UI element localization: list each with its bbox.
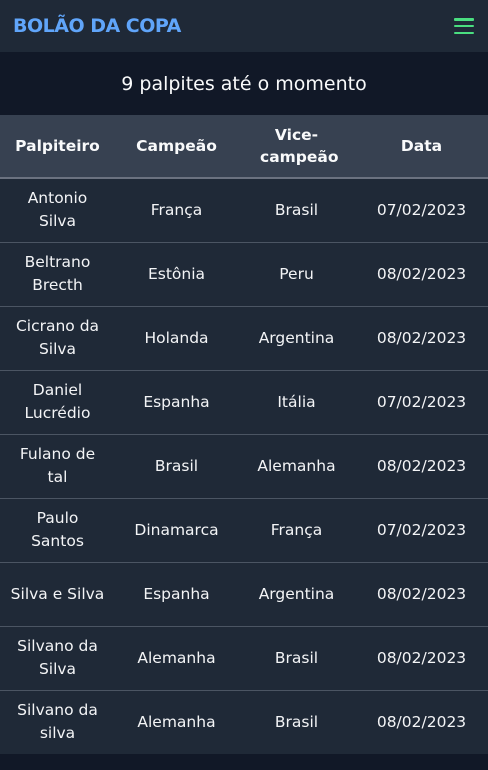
- cell-vice-campeao: Peru: [279, 264, 314, 283]
- cell-campeao: Dinamarca: [134, 520, 219, 539]
- cell-campeao: França: [150, 200, 203, 219]
- summary-text: 9 palpites até o momento: [121, 72, 367, 95]
- cell-vice-campeao: Argentina: [258, 584, 335, 603]
- cell-palpiteiro: Cicrano da Silva: [15, 317, 100, 358]
- cell-campeao: Espanha: [143, 392, 210, 411]
- column-header-vice: Vice-campeão: [260, 126, 339, 166]
- table-row: Daniel Lucrédio Espanha Itália 07/02/2023: [0, 370, 488, 434]
- cell-palpiteiro: Daniel Lucrédio: [24, 381, 91, 422]
- cell-vice-campeao: Brasil: [274, 712, 319, 731]
- table-row: Silvano da silva Alemanha Brasil 08/02/2023: [0, 690, 488, 754]
- cell-vice-campeao: Brasil: [274, 200, 319, 219]
- cell-vice-campeao: Itália: [277, 392, 316, 411]
- cell-data: 07/02/2023: [376, 200, 467, 219]
- table-row: Cicrano da Silva Holanda Argentina 08/02/20…: [0, 306, 488, 370]
- app-header: BOLÃO DA COPA: [0, 0, 488, 52]
- cell-vice-campeao: Alemanha: [257, 456, 336, 475]
- table-row: Paulo Santos Dinamarca França 07/02/2023: [0, 498, 488, 562]
- cell-palpiteiro: Silvano da Silva: [17, 637, 98, 678]
- cell-campeao: Estônia: [147, 264, 206, 283]
- table-row: Fulano de tal Brasil Alemanha 08/02/2023: [0, 434, 488, 498]
- guesses-table: Palpiteiro Campeão Vice-campeão Data Ant…: [0, 115, 488, 754]
- cell-vice-campeao: Argentina: [258, 328, 335, 347]
- cell-vice-campeao: Brasil: [274, 648, 319, 667]
- table-row: Silva e Silva Espanha Argentina 08/02/2023: [0, 562, 488, 626]
- cell-palpiteiro: Fulano de tal: [19, 445, 96, 486]
- cell-data: 08/02/2023: [376, 648, 467, 667]
- column-header-data: Data: [400, 137, 443, 155]
- cell-data: 08/02/2023: [376, 264, 467, 283]
- cell-data: 08/02/2023: [376, 456, 467, 475]
- cell-campeao: Brasil: [154, 456, 199, 475]
- cell-palpiteiro: Silva e Silva: [10, 584, 105, 603]
- cell-campeao: Alemanha: [137, 712, 216, 731]
- cell-data: 07/02/2023: [376, 520, 467, 539]
- cell-vice-campeao: França: [270, 520, 323, 539]
- cell-campeao: Alemanha: [137, 648, 216, 667]
- cell-palpiteiro: Beltrano Brecth: [24, 253, 91, 294]
- cell-data: 07/02/2023: [376, 392, 467, 411]
- column-header-palpiteiro: Palpiteiro: [15, 137, 100, 155]
- table-header-row: Palpiteiro Campeão Vice-campeão Data: [0, 115, 488, 178]
- table-row: Beltrano Brecth Estônia Peru 08/02/2023: [0, 242, 488, 306]
- table-row: Silvano da Silva Alemanha Brasil 08/02/2023: [0, 626, 488, 690]
- logo[interactable]: BOLÃO DA COPA: [13, 15, 181, 37]
- cell-data: 08/02/2023: [376, 712, 467, 731]
- cell-data: 08/02/2023: [376, 328, 467, 347]
- cell-campeao: Espanha: [143, 584, 210, 603]
- cell-palpiteiro: Antonio Silva: [27, 189, 88, 231]
- cell-campeao: Holanda: [144, 328, 209, 347]
- table-row: Antonio Silva França Brasil 07/02/2023: [0, 178, 488, 242]
- cell-palpiteiro: Silvano da silva: [17, 701, 98, 743]
- cell-palpiteiro: Paulo Santos: [31, 509, 84, 550]
- column-header-campeao: Campeão: [136, 137, 217, 155]
- hamburger-menu-icon[interactable]: [454, 18, 474, 34]
- cell-data: 08/02/2023: [376, 584, 467, 603]
